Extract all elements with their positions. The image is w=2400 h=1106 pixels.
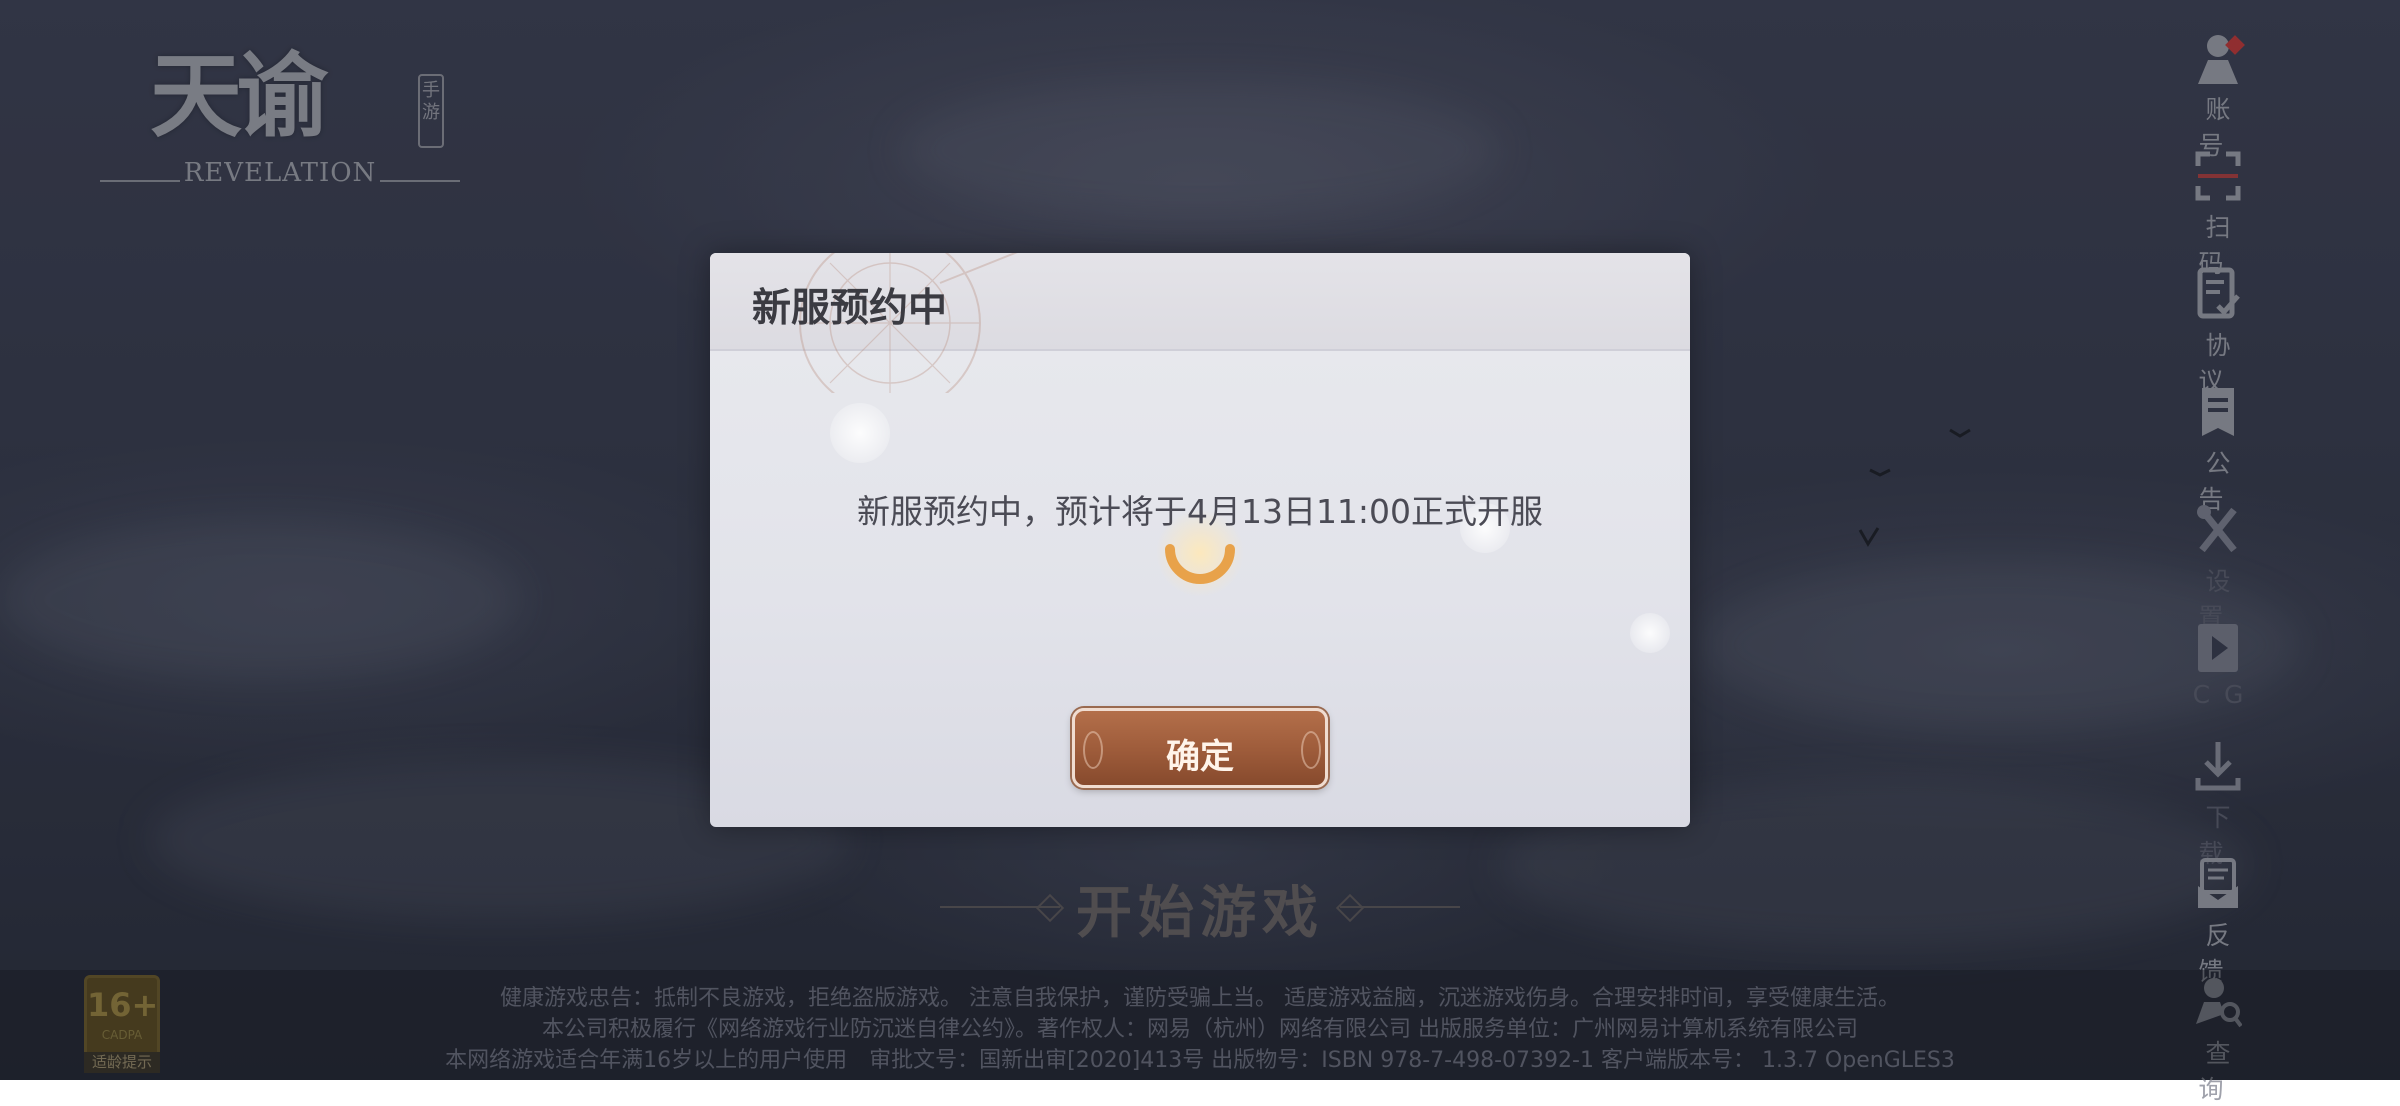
confirm-button[interactable]: 确定 <box>1072 708 1328 788</box>
dialog-title: 新服预约中 <box>752 286 948 331</box>
reservation-dialog: 新服预约中 新服预约中，预计将于4月13日11:00正式开服 确定 <box>710 253 1690 827</box>
dialog-header: 新服预约中 <box>710 253 1690 393</box>
sparkle <box>830 403 890 463</box>
dialog-message: 新服预约中，预计将于4月13日11:00正式开服 <box>856 492 1544 531</box>
confirm-button-label: 确定 <box>1166 737 1234 777</box>
sparkle <box>1630 613 1670 653</box>
button-ornament <box>1301 731 1321 769</box>
